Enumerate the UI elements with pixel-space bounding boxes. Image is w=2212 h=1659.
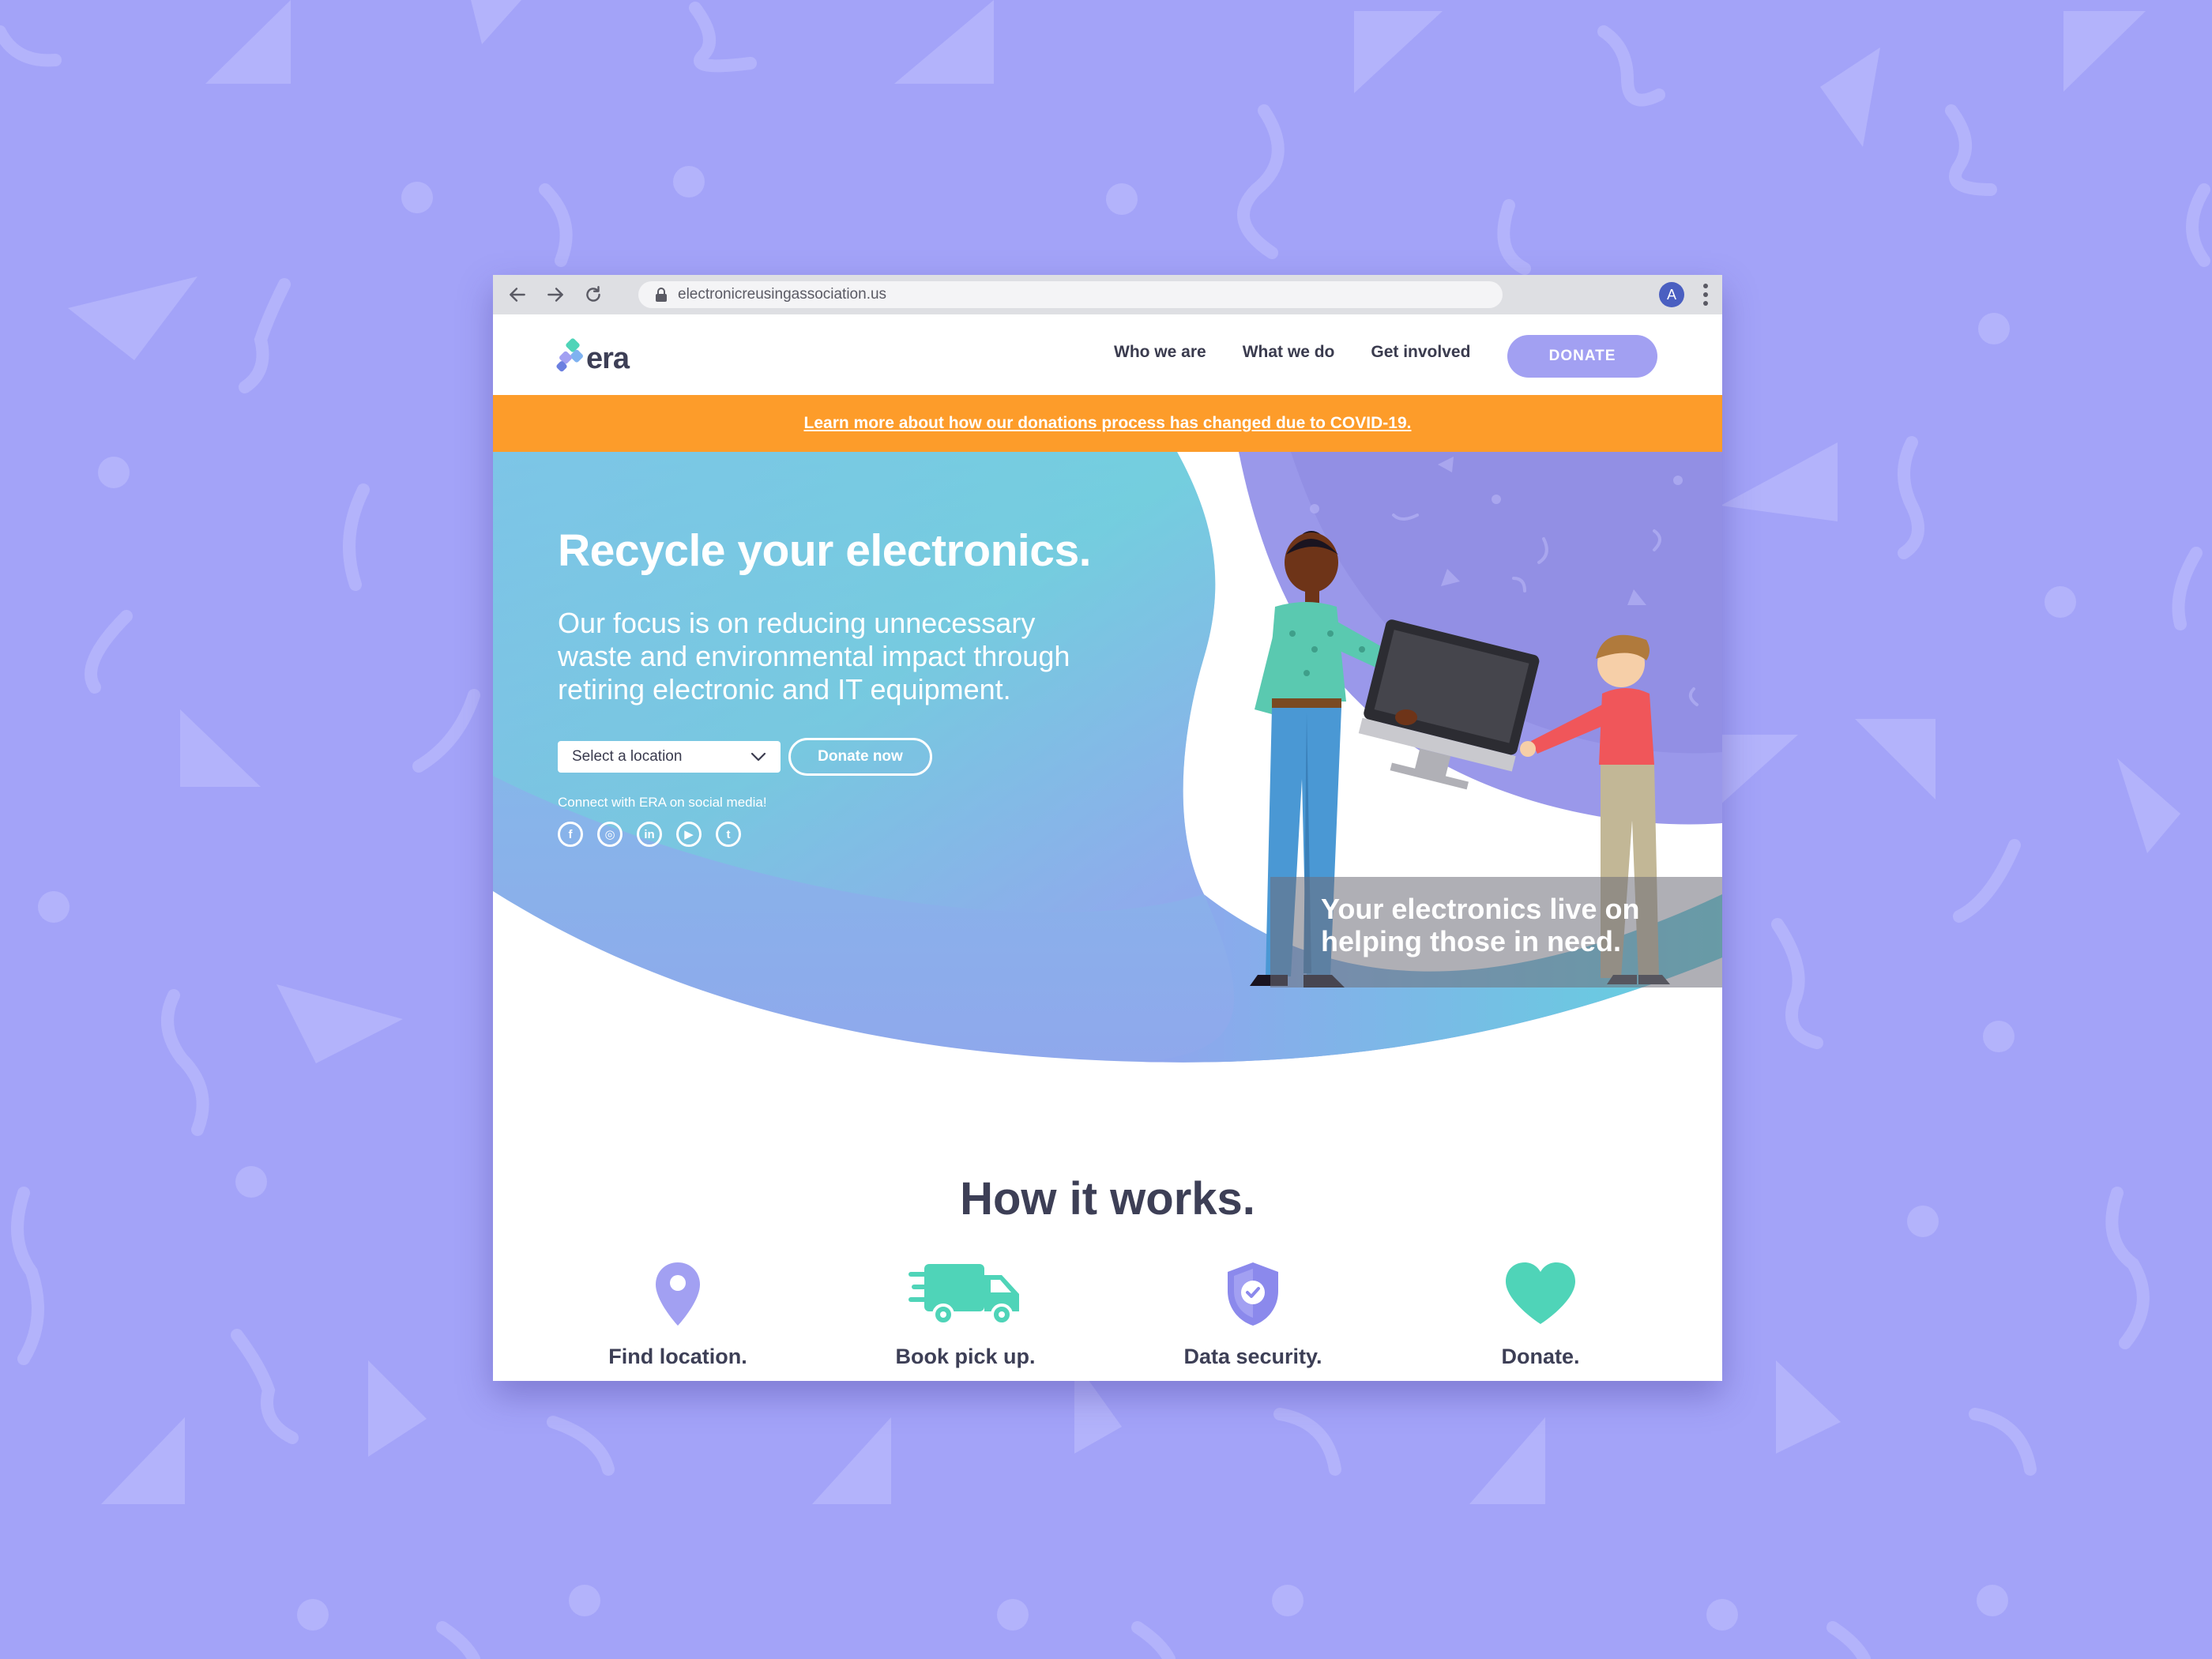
browser-toolbar: electronicreusingassociation.us A <box>493 275 1722 314</box>
social-label: Connect with ERA on social media! <box>558 795 767 810</box>
covid-banner-link[interactable]: Learn more about how our donations proce… <box>804 414 1412 433</box>
site-header: era Who we are What we do Get involved D… <box>493 314 1722 395</box>
chevron-down-icon <box>750 752 766 762</box>
step-label: Find location. <box>608 1345 747 1368</box>
social-links: f ◎ in ▶ t <box>558 822 741 847</box>
arrow-left-icon <box>510 288 525 302</box>
donate-button[interactable]: DONATE <box>1507 335 1657 378</box>
forward-button[interactable] <box>542 281 569 308</box>
browser-menu-icon[interactable] <box>1700 281 1711 308</box>
shield-check-icon <box>1228 1262 1278 1326</box>
truck-icon <box>908 1264 1019 1326</box>
donate-now-button[interactable]: Donate now <box>788 738 932 776</box>
profile-avatar[interactable]: A <box>1659 282 1684 307</box>
step-data-security[interactable]: Data security. <box>1127 1255 1379 1369</box>
step-label: Book pick up. <box>895 1345 1036 1368</box>
reload-button[interactable] <box>580 281 607 308</box>
era-logo[interactable]: era <box>556 335 630 375</box>
how-it-works-steps: Find location. Book pick up. Data securi… <box>493 1255 1722 1381</box>
twitter-icon[interactable]: t <box>716 822 741 847</box>
nav-what-we-do[interactable]: What we do <box>1243 343 1335 362</box>
nav-who-we-are[interactable]: Who we are <box>1114 343 1206 362</box>
step-label: Data security. <box>1183 1345 1322 1368</box>
nav-get-involved[interactable]: Get involved <box>1371 343 1470 362</box>
how-it-works-title: How it works. <box>960 1173 1255 1224</box>
arrow-right-icon <box>547 288 563 302</box>
linkedin-icon[interactable]: in <box>637 822 662 847</box>
facebook-icon[interactable]: f <box>558 822 583 847</box>
location-pin-icon <box>656 1262 700 1326</box>
location-select[interactable]: Select a location <box>558 741 781 773</box>
url-text: electronicreusingassociation.us <box>678 286 887 303</box>
location-select-value: Select a location <box>572 748 683 765</box>
step-book-pick-up[interactable]: Book pick up. <box>839 1255 1092 1369</box>
instagram-icon[interactable]: ◎ <box>597 822 623 847</box>
hero-caption-line-2: helping those in need. <box>1321 925 1622 957</box>
step-label: Donate. <box>1501 1345 1580 1368</box>
covid-banner: Learn more about how our donations proce… <box>493 395 1722 452</box>
lock-icon <box>656 288 667 302</box>
step-find-location[interactable]: Find location. <box>551 1255 804 1369</box>
address-bar[interactable]: electronicreusingassociation.us <box>638 281 1503 308</box>
hero-caption: Your electronics live on helping those i… <box>1270 877 1722 988</box>
hero-title: Recycle your electronics. <box>558 525 1092 576</box>
browser-window: electronicreusingassociation.us A era Wh… <box>493 275 1722 1381</box>
heart-icon <box>1506 1262 1575 1324</box>
back-button[interactable] <box>504 281 531 308</box>
logo-text: era <box>586 342 630 375</box>
reload-icon <box>586 286 600 302</box>
main-nav: Who we are What we do Get involved <box>1114 343 1470 362</box>
hero-section: Recycle your electronics. Our focus is o… <box>493 452 1722 1068</box>
youtube-icon[interactable]: ▶ <box>676 822 702 847</box>
hero-caption-line-1: Your electronics live on <box>1321 893 1640 925</box>
step-donate[interactable]: Donate. <box>1414 1255 1667 1369</box>
hero-subtitle: Our focus is on reducing unnecessary was… <box>558 607 1070 705</box>
